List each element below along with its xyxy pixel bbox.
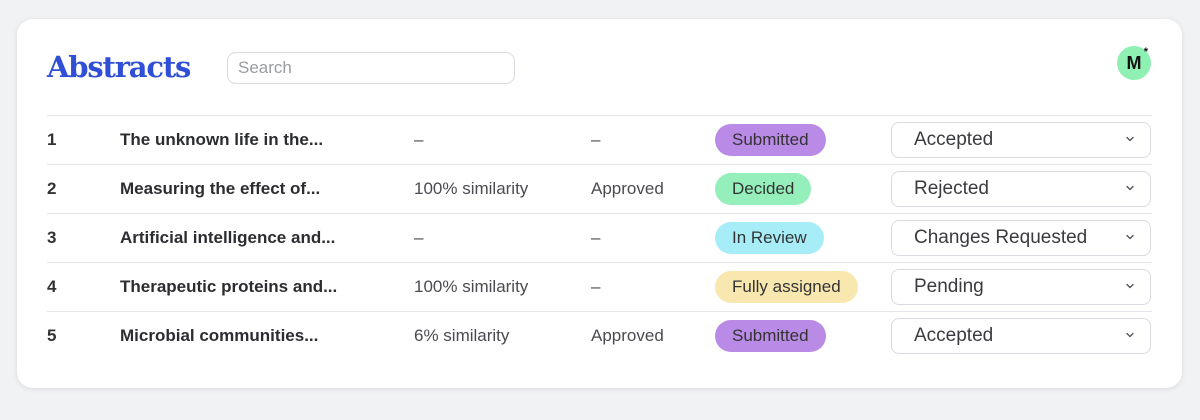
similarity-value: –: [414, 228, 424, 247]
decision-value: Changes Requested: [914, 227, 1088, 248]
table-row[interactable]: 4 Therapeutic proteins and... 100% simil…: [47, 262, 1152, 311]
status-badge: Fully assigned: [715, 271, 858, 303]
status-badge: In Review: [715, 222, 824, 254]
approval-value: Approved: [591, 326, 664, 345]
avatar[interactable]: M *: [1117, 46, 1151, 80]
abstracts-table: 1 The unknown life in the... – – Submitt…: [47, 115, 1152, 360]
chevron-down-icon: [1126, 136, 1134, 142]
avatar-initial: M: [1126, 52, 1142, 73]
decision-select[interactable]: Changes Requested: [891, 220, 1151, 256]
approval-value: Approved: [591, 179, 664, 198]
decision-select[interactable]: Pending: [891, 269, 1151, 305]
decision-select[interactable]: Accepted: [891, 318, 1151, 354]
chevron-down-icon: [1126, 332, 1134, 338]
chevron-down-icon: [1126, 234, 1134, 240]
abstract-title[interactable]: Measuring the effect of...: [120, 165, 320, 213]
chevron-down-icon: [1126, 283, 1134, 289]
chevron-down-icon: [1126, 185, 1134, 191]
decision-value: Rejected: [914, 178, 989, 199]
search-input[interactable]: [227, 52, 515, 84]
decision-select[interactable]: Accepted: [891, 122, 1151, 158]
abstract-title[interactable]: Therapeutic proteins and...: [120, 263, 337, 311]
decision-value: Accepted: [914, 129, 994, 150]
similarity-value: 100% similarity: [414, 277, 529, 296]
table-row[interactable]: 1 The unknown life in the... – – Submitt…: [47, 115, 1152, 164]
status-badge: Decided: [715, 173, 812, 205]
decision-value: Pending: [914, 276, 984, 297]
row-number: 3: [47, 228, 57, 247]
status-badge: Submitted: [715, 320, 826, 352]
similarity-value: 100% similarity: [414, 179, 529, 198]
approval-value: –: [591, 277, 601, 296]
decision-value: Accepted: [914, 325, 994, 346]
star-icon: *: [1143, 46, 1148, 58]
table-row[interactable]: 3 Artificial intelligence and... – – In …: [47, 213, 1152, 262]
table-row[interactable]: 5 Microbial communities... 6% similarity…: [47, 311, 1152, 360]
abstract-title[interactable]: Microbial communities...: [120, 312, 318, 360]
row-number: 1: [47, 130, 57, 149]
page-title: Abstracts: [47, 50, 191, 84]
similarity-value: 6% similarity: [414, 326, 510, 345]
row-number: 5: [47, 326, 57, 345]
status-badge: Submitted: [715, 124, 826, 156]
row-number: 4: [47, 277, 57, 296]
approval-value: –: [591, 228, 601, 247]
approval-value: –: [591, 130, 601, 149]
header: Abstracts M *: [47, 46, 1152, 89]
abstracts-card: Abstracts M * 1 The unknown life in the.…: [17, 19, 1182, 388]
row-number: 2: [47, 179, 57, 198]
table-row[interactable]: 2 Measuring the effect of... 100% simila…: [47, 164, 1152, 213]
decision-select[interactable]: Rejected: [891, 171, 1151, 207]
abstract-title[interactable]: The unknown life in the...: [120, 116, 323, 164]
abstract-title[interactable]: Artificial intelligence and...: [120, 214, 335, 262]
similarity-value: –: [414, 130, 424, 149]
